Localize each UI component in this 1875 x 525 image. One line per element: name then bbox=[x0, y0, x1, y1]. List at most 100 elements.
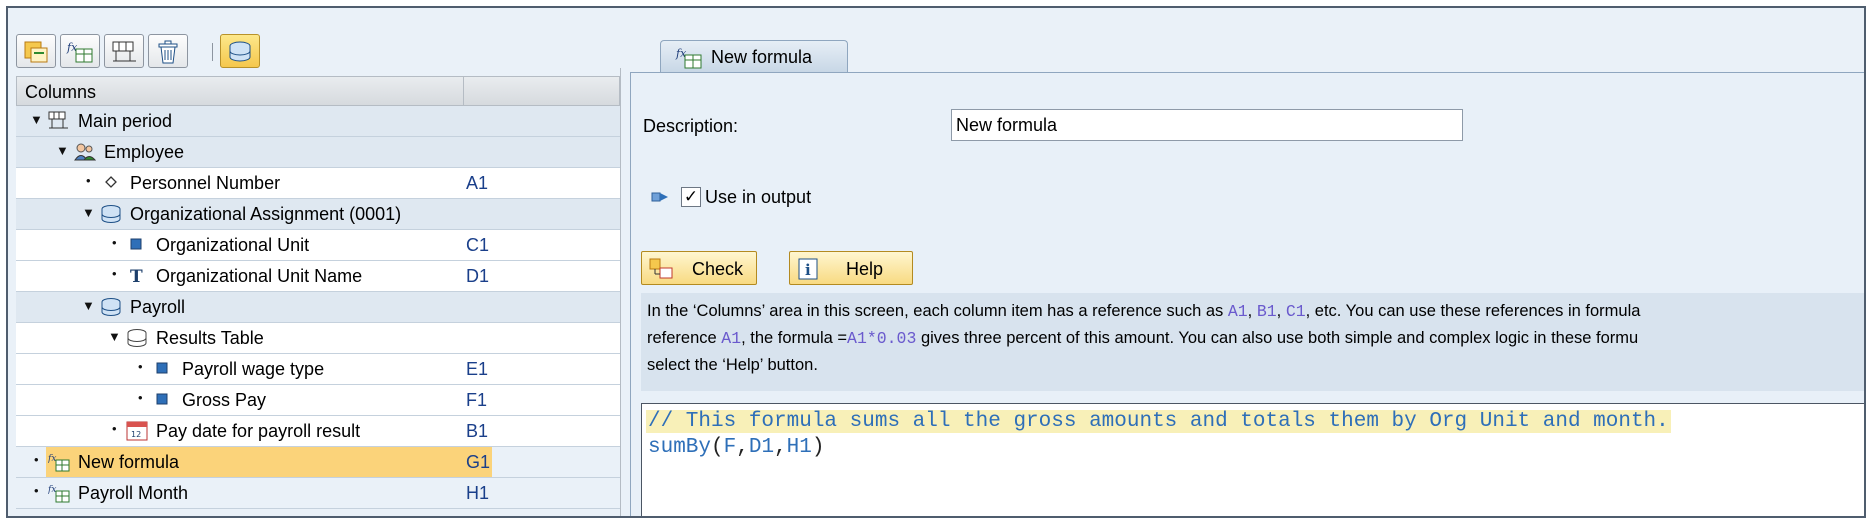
add-formula-button[interactable]: fx bbox=[60, 34, 100, 68]
delete-button[interactable] bbox=[148, 34, 188, 68]
add-formula-icon: fx bbox=[66, 41, 93, 63]
expand-toggle-icon[interactable]: ▼ bbox=[82, 298, 95, 313]
formula-icon: fx bbox=[48, 485, 70, 503]
toolbar-separator bbox=[212, 43, 213, 61]
svg-text:i: i bbox=[805, 261, 811, 279]
column-reference: B1 bbox=[466, 421, 489, 441]
info-icon: i bbox=[798, 258, 818, 280]
column-reference: C1 bbox=[466, 235, 490, 255]
formula-editor[interactable]: // This formula sums all the gross amoun… bbox=[641, 403, 1864, 516]
column-reference: F1 bbox=[466, 390, 488, 410]
infotype-icon bbox=[101, 298, 121, 316]
output-arrow-icon bbox=[651, 192, 668, 202]
bullet-icon: • bbox=[34, 483, 39, 498]
columns-toolbar: fx bbox=[16, 34, 620, 74]
text-field-icon: T bbox=[130, 267, 143, 286]
tree-row-label: New formula bbox=[78, 452, 180, 472]
tree-row-org-assignment[interactable]: ▼ Organizational Assignment (0001) bbox=[16, 199, 620, 230]
svg-text:T: T bbox=[130, 267, 143, 286]
period-grid-icon bbox=[48, 111, 68, 129]
tab-label: New formula bbox=[711, 47, 813, 67]
tree-row-payroll-wage-type[interactable]: • Payroll wage type E1 bbox=[16, 354, 620, 385]
formula-comment-line: // This formula sums all the gross amoun… bbox=[646, 410, 1671, 433]
columns-header-label: Columns bbox=[25, 82, 97, 102]
group-button[interactable] bbox=[104, 34, 144, 68]
expand-toggle-icon[interactable]: ▼ bbox=[108, 329, 121, 344]
tree-row-gross-pay[interactable]: • Gross Pay F1 bbox=[16, 385, 620, 416]
help-text-line-2: reference A1, the formula =A1*0.03 gives… bbox=[647, 329, 1639, 348]
use-in-output-checkbox[interactable]: ✓ bbox=[681, 187, 701, 207]
infotype-icon bbox=[101, 205, 121, 223]
app-window: fx Columns ▼ Main period ▼ Employee • Pe… bbox=[6, 6, 1866, 518]
calendar-icon: 12 bbox=[126, 421, 148, 441]
column-reference: D1 bbox=[466, 266, 490, 286]
database-toggle-button[interactable] bbox=[220, 34, 260, 68]
columns-pane: fx Columns ▼ Main period ▼ Employee • Pe… bbox=[16, 22, 620, 516]
help-text-box: In the ‘Columns’ area in this screen, ea… bbox=[641, 293, 1864, 391]
tree-row-org-unit[interactable]: • Organizational Unit C1 bbox=[16, 230, 620, 261]
tree-row-label: Organizational Unit Name bbox=[156, 266, 363, 286]
key-field-icon bbox=[105, 176, 117, 188]
help-text-line-1: In the ‘Columns’ area in this screen, ea… bbox=[647, 302, 1641, 321]
bullet-icon: • bbox=[112, 266, 117, 281]
expand-toggle-icon[interactable]: ▼ bbox=[82, 205, 95, 220]
formula-panel: Description: ✓ Use in output Check bbox=[630, 72, 1864, 516]
tree-row-employee[interactable]: ▼ Employee bbox=[16, 137, 620, 168]
tree-row-label: Payroll wage type bbox=[182, 359, 325, 379]
field-icon bbox=[130, 238, 142, 250]
tree-row-label: Gross Pay bbox=[182, 390, 267, 410]
svg-text:12: 12 bbox=[131, 430, 141, 439]
help-text-line-3: select the ‘Help’ button. bbox=[647, 356, 818, 374]
tree-row-label: Personnel Number bbox=[130, 173, 281, 193]
column-reference: A1 bbox=[466, 173, 489, 193]
svg-text:fx: fx bbox=[48, 454, 56, 464]
bullet-icon: • bbox=[112, 421, 117, 436]
tree-row-label: Payroll bbox=[130, 297, 186, 317]
database-icon bbox=[229, 41, 251, 62]
field-icon bbox=[156, 362, 168, 374]
tree-row-main-period[interactable]: ▼ Main period bbox=[16, 106, 620, 137]
formula-pane: fx New formula Description: ✓ Use in out… bbox=[630, 22, 1864, 516]
add-column-button[interactable] bbox=[16, 34, 56, 68]
tree-row-label: Organizational Assignment (0001) bbox=[130, 204, 402, 224]
formula-code-line: sumBy(F,D1,H1) bbox=[648, 436, 825, 459]
tree-row-label: Employee bbox=[104, 142, 185, 162]
description-label: Description: bbox=[643, 116, 739, 136]
tab-new-formula[interactable]: fx New formula bbox=[660, 40, 848, 72]
delete-icon bbox=[158, 40, 178, 64]
bullet-icon: • bbox=[138, 359, 143, 374]
use-in-output-label: Use in output bbox=[705, 187, 812, 207]
column-reference: H1 bbox=[466, 483, 490, 503]
tree-row-pay-date[interactable]: • 12 Pay date for payroll result B1 bbox=[16, 416, 620, 447]
check-icon bbox=[649, 258, 673, 279]
tree-row-label: Results Table bbox=[156, 328, 264, 348]
bullet-icon: • bbox=[138, 390, 143, 405]
help-button[interactable]: i Help bbox=[789, 251, 913, 285]
svg-text:fx: fx bbox=[48, 485, 56, 495]
tree-row-new-formula[interactable]: • fx New formula G1 bbox=[16, 447, 620, 478]
tree-row-payroll[interactable]: ▼ Payroll bbox=[16, 292, 620, 323]
tree-row-payroll-month[interactable]: • fx Payroll Month H1 bbox=[16, 478, 620, 509]
field-icon bbox=[156, 393, 168, 405]
check-button[interactable]: Check bbox=[641, 251, 757, 285]
tree-row-results-table[interactable]: ▼ Results Table bbox=[16, 323, 620, 354]
check-button-label: Check bbox=[692, 259, 744, 279]
tree-row-personnel-number[interactable]: • Personnel Number A1 bbox=[16, 168, 620, 199]
table-icon bbox=[127, 329, 147, 347]
expand-toggle-icon[interactable]: ▼ bbox=[56, 143, 69, 158]
bullet-icon: • bbox=[86, 173, 91, 188]
description-input[interactable] bbox=[951, 109, 1463, 141]
employee-icon bbox=[74, 143, 96, 161]
bullet-icon: • bbox=[112, 235, 117, 250]
column-reference: E1 bbox=[466, 359, 489, 379]
tree-row-label: Pay date for payroll result bbox=[156, 421, 361, 441]
columns-header: Columns bbox=[16, 76, 620, 106]
expand-toggle-icon[interactable]: ▼ bbox=[30, 112, 43, 127]
tree-row-label: Organizational Unit bbox=[156, 235, 310, 255]
formula-icon: fx bbox=[675, 47, 702, 69]
tree-row-org-unit-name[interactable]: • T Organizational Unit Name D1 bbox=[16, 261, 620, 292]
group-icon bbox=[112, 41, 136, 62]
help-button-label: Help bbox=[846, 259, 884, 279]
bullet-icon: • bbox=[34, 452, 39, 467]
tree-row-label: Payroll Month bbox=[78, 483, 189, 503]
